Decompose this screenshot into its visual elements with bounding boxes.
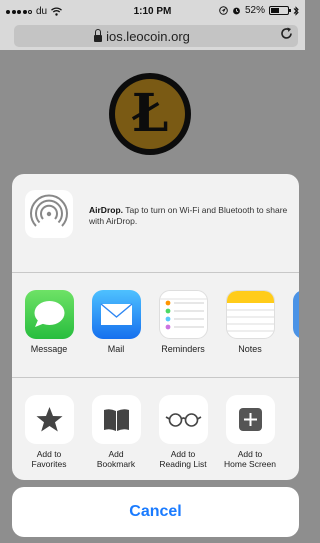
share-app-partial[interactable]: [282, 290, 299, 339]
share-app-reminders[interactable]: Reminders: [148, 290, 218, 354]
lock-icon: [94, 29, 103, 42]
star-icon[interactable]: [24, 395, 74, 444]
app-icon[interactable]: [292, 290, 299, 339]
action-add-bookmark[interactable]: Add Bookmark: [81, 395, 151, 469]
action-add-to-favorites[interactable]: Add to Favorites: [14, 395, 84, 469]
url-bar: ios.leocoin.org: [0, 22, 305, 50]
share-actions-row: Add to Favorites Add Bookmark Add to Rea…: [12, 378, 299, 480]
status-bar: du 1:10 PM 52%: [0, 0, 305, 22]
message-icon[interactable]: [24, 290, 74, 339]
battery-icon: [269, 6, 291, 15]
url-text: ios.leocoin.org: [106, 29, 190, 44]
airdrop-section[interactable]: AirDrop. Tap to turn on Wi-Fi and Blueto…: [12, 174, 299, 272]
airdrop-title: AirDrop.: [89, 205, 123, 215]
glasses-icon[interactable]: [158, 395, 208, 444]
reminders-icon[interactable]: [158, 290, 208, 339]
location-icon: [219, 6, 228, 15]
plus-icon[interactable]: [225, 395, 275, 444]
address-field[interactable]: ios.leocoin.org: [14, 25, 298, 47]
reload-icon[interactable]: [280, 27, 294, 41]
action-label: Add to Home Screen: [224, 449, 276, 469]
action-label: Add to Favorites: [31, 449, 67, 469]
share-app-message[interactable]: Message: [14, 290, 84, 354]
notes-icon[interactable]: [225, 290, 275, 339]
address-text-wrap: ios.leocoin.org: [14, 29, 270, 44]
action-add-to-home-screen[interactable]: Add to Home Screen: [215, 395, 285, 469]
mail-icon[interactable]: [91, 290, 141, 339]
book-icon[interactable]: [91, 395, 141, 444]
battery-percent: 52%: [244, 5, 265, 16]
share-app-notes[interactable]: Notes: [215, 290, 285, 354]
leocoin-logo: Ł: [109, 73, 191, 155]
share-apps-row: Message Mail Reminders Notes: [12, 273, 299, 377]
share-sheet: AirDrop. Tap to turn on Wi-Fi and Blueto…: [12, 174, 299, 480]
alarm-icon: [233, 7, 240, 15]
share-app-label: Reminders: [161, 344, 205, 354]
leocoin-logo-glyph: Ł: [115, 79, 185, 149]
action-label: Add Bookmark: [96, 449, 136, 469]
share-app-label: Message: [30, 344, 68, 354]
share-app-label: Notes: [238, 344, 262, 354]
share-app-mail[interactable]: Mail: [81, 290, 151, 354]
cancel-button[interactable]: Cancel: [12, 487, 299, 537]
airdrop-icon[interactable]: [25, 190, 73, 238]
status-right: 52%: [219, 5, 299, 16]
action-add-to-reading-list[interactable]: Add to Reading List: [148, 395, 218, 469]
action-label: Add to Reading List: [159, 449, 207, 469]
bluetooth-icon: [293, 5, 299, 16]
airdrop-description: AirDrop. Tap to turn on Wi-Fi and Blueto…: [89, 205, 289, 227]
share-app-label: Mail: [107, 344, 125, 354]
